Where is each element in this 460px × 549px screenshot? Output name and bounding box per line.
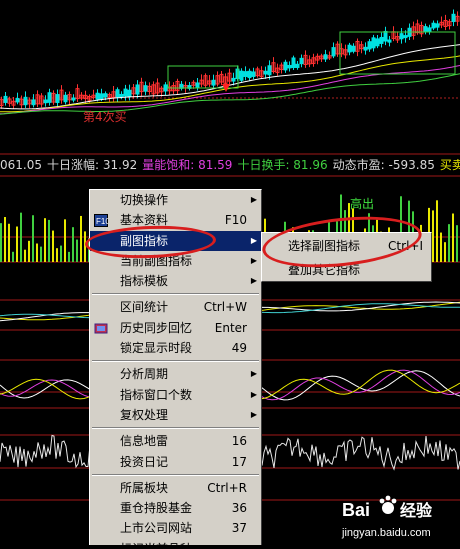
f10-icon: F10: [94, 213, 110, 228]
menu-item[interactable]: 上市公司网站 37: [90, 518, 261, 538]
watermark-brand: Bai: [342, 500, 370, 520]
stock-chart-window: 第4次买 高出 061.05 十日涨幅: 31.92 量能饱和: 81.59 十日换手…: [0, 0, 460, 545]
menu-item[interactable]: 信息地雷 16: [90, 431, 261, 451]
menu-item[interactable]: 切换操作 ▶: [90, 190, 261, 210]
menu-item-label: 投资日记: [120, 454, 169, 469]
submenu-arrow-icon: ▶: [250, 409, 257, 419]
buy-annotation: 第4次买: [83, 110, 127, 124]
submenu-arrow-icon: ▶: [250, 369, 257, 379]
menu-separator: [92, 473, 259, 476]
menu-item[interactable]: 所属板块 Ctrl+R: [90, 478, 261, 498]
submenu-arrow-icon: ▶: [250, 195, 257, 204]
menu-separator: [92, 427, 259, 430]
menu-item[interactable]: 重仓持股基金 36: [90, 498, 261, 518]
indicator-value: 买卖盘比:: [439, 158, 460, 172]
menu-item-label: 锁定显示时段: [120, 341, 193, 356]
menu-item-label: 分析周期: [120, 367, 169, 382]
menu-separator: [92, 360, 259, 363]
menu-item[interactable]: 区间统计 Ctrl+W: [90, 297, 261, 317]
submenu-arrow-icon: ▶: [251, 539, 257, 545]
indicator-value: 动态市盈: -593.85: [332, 158, 435, 172]
paw-icon: [379, 495, 397, 514]
menu-item-shortcut: 37: [231, 521, 247, 536]
indicator-value: 061.05: [0, 158, 42, 172]
menu-item-label: 上市公司网站: [120, 521, 193, 536]
watermark-brand2: 经验: [400, 501, 433, 520]
menu-separator: [92, 293, 259, 296]
menu-item-label: 重仓持股基金: [120, 501, 193, 516]
high-annotation: 高出: [350, 197, 375, 211]
menu-item-shortcut: F10: [224, 213, 247, 228]
menu-item-shortcut: Ctrl+R: [207, 480, 247, 495]
menu-item-shortcut: 36: [231, 501, 247, 516]
menu-item-label: 切换操作: [120, 193, 169, 207]
menu-item-label: 指标模板: [120, 274, 169, 289]
watermark-url: jingyan.baidu.com: [341, 527, 431, 539]
submenu-arrow-icon: ▶: [250, 255, 257, 265]
submenu-arrow-icon: ▶: [250, 276, 257, 286]
menu-item-label: 历史同步回忆: [120, 320, 193, 335]
menu-item-label: 所属板块: [120, 480, 169, 495]
menu-item[interactable]: 指标窗口个数 ▶: [90, 385, 261, 405]
menu-item[interactable]: 指标模板 ▶: [90, 271, 261, 291]
menu-item-shortcut: Enter: [214, 320, 247, 335]
menu-item-shortcut: 16: [231, 434, 247, 449]
indicator-value: 十日涨幅: 31.92: [47, 158, 138, 172]
menu-item-shortcut: 49: [231, 341, 247, 356]
baidu-watermark: Bai 经验 jingyan.baidu.com: [338, 494, 460, 545]
submenu-arrow-icon: ▶: [250, 389, 257, 399]
history-icon: [94, 321, 108, 334]
indicator-value: 量能饱和: 81.59: [142, 158, 233, 172]
menu-item-label: 复权处理: [120, 407, 169, 422]
menu-item[interactable]: 投资日记 17: [90, 452, 261, 472]
menu-item[interactable]: 复权处理 ▶: [90, 405, 261, 425]
menu-item[interactable]: 标记当前品种▶: [90, 539, 261, 545]
svg-text:F10: F10: [96, 217, 108, 226]
menu-item-label: 指标窗口个数: [120, 387, 193, 402]
menu-item[interactable]: 分析周期 ▶: [90, 364, 261, 384]
menu-item-label: 信息地雷: [120, 434, 169, 449]
indicator-value: 十日换手: 81.96: [237, 158, 328, 172]
menu-item-label: 区间统计: [120, 300, 169, 315]
submenu-arrow-icon: ▶: [250, 235, 257, 245]
menu-item-shortcut: 17: [231, 454, 247, 469]
indicator-bar: 061.05 十日涨幅: 31.92 量能饱和: 81.59 十日换手: 81.96 动…: [0, 155, 460, 175]
menu-item[interactable]: 锁定显示时段 49: [90, 338, 261, 358]
menu-item[interactable]: 历史同步回忆 Enter: [90, 318, 261, 338]
menu-item-shortcut: Ctrl+W: [203, 300, 247, 315]
